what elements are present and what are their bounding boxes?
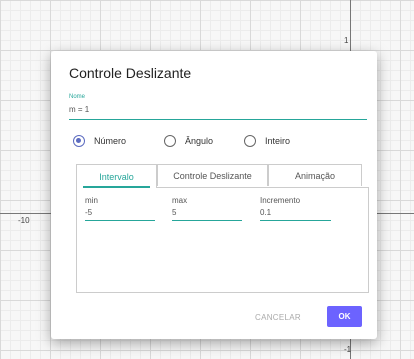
increment-input[interactable]: 0.1	[260, 208, 331, 221]
name-field-label: Nome	[69, 94, 86, 100]
radio-numero-label: Número	[94, 136, 127, 146]
max-label: max	[172, 196, 188, 205]
increment-field: Incremento 0.1	[260, 196, 331, 221]
dialog-tabs: Intervalo Controle Deslizante Animação	[76, 164, 362, 188]
tab-intervalo[interactable]: Intervalo	[76, 164, 157, 188]
y-axis-label-top: 1	[344, 36, 349, 45]
radio-unselected-icon	[244, 135, 256, 147]
x-axis-label-left: -10	[18, 216, 30, 225]
ok-button[interactable]: OK	[327, 306, 362, 327]
max-input[interactable]: 5	[172, 208, 242, 221]
tab-controle-deslizante[interactable]: Controle Deslizante	[157, 164, 268, 186]
radio-angulo-label: Ângulo	[185, 136, 214, 146]
radio-numero[interactable]: Número	[73, 135, 126, 147]
dialog-title: Controle Deslizante	[69, 65, 192, 81]
radio-inteiro[interactable]: Inteiro	[244, 135, 290, 147]
min-label: min	[85, 196, 98, 205]
y-axis-label-bottom: -1	[344, 345, 352, 354]
min-input[interactable]: -5	[85, 208, 155, 221]
max-field: max 5	[172, 196, 242, 221]
interval-panel: min -5 max 5 Incremento 0.1	[76, 187, 369, 293]
radio-unselected-icon	[164, 135, 176, 147]
slider-settings-dialog: Controle Deslizante Nome m = 1 Número Ân…	[51, 51, 377, 339]
name-input[interactable]: m = 1	[69, 105, 367, 120]
min-field: min -5	[85, 196, 155, 221]
increment-label: Incremento	[260, 196, 301, 205]
radio-inteiro-label: Inteiro	[265, 136, 291, 146]
slider-type-radio-group: Número Ângulo Inteiro	[73, 135, 333, 153]
cancel-button[interactable]: CANCELAR	[255, 313, 301, 322]
radio-angulo[interactable]: Ângulo	[164, 135, 213, 147]
tab-animacao[interactable]: Animação	[268, 164, 362, 186]
radio-selected-icon	[73, 135, 85, 147]
